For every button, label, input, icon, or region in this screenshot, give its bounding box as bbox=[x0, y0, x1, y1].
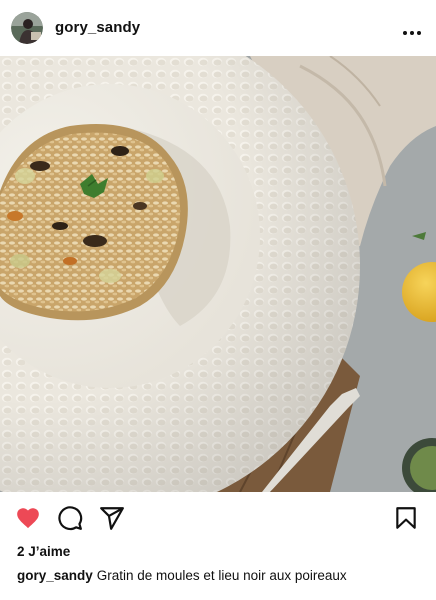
post-header: gory_sandy bbox=[0, 0, 436, 56]
bookmark-icon[interactable] bbox=[393, 505, 419, 531]
caption-username[interactable]: gory_sandy bbox=[17, 568, 93, 583]
avatar[interactable] bbox=[11, 12, 43, 44]
likes-count[interactable]: 2 J’aime bbox=[17, 544, 70, 559]
comment-icon[interactable] bbox=[57, 505, 83, 531]
username[interactable]: gory_sandy bbox=[55, 19, 140, 36]
caption: gory_sandy Gratin de moules et lieu noir … bbox=[17, 568, 427, 583]
paper-plane-icon[interactable] bbox=[99, 505, 125, 531]
post-actions bbox=[0, 492, 436, 544]
post-image[interactable] bbox=[0, 56, 436, 492]
heart-icon[interactable] bbox=[15, 505, 41, 531]
more-options-icon[interactable] bbox=[402, 24, 422, 35]
caption-text: Gratin de moules et lieu noir aux poirea… bbox=[96, 568, 347, 583]
